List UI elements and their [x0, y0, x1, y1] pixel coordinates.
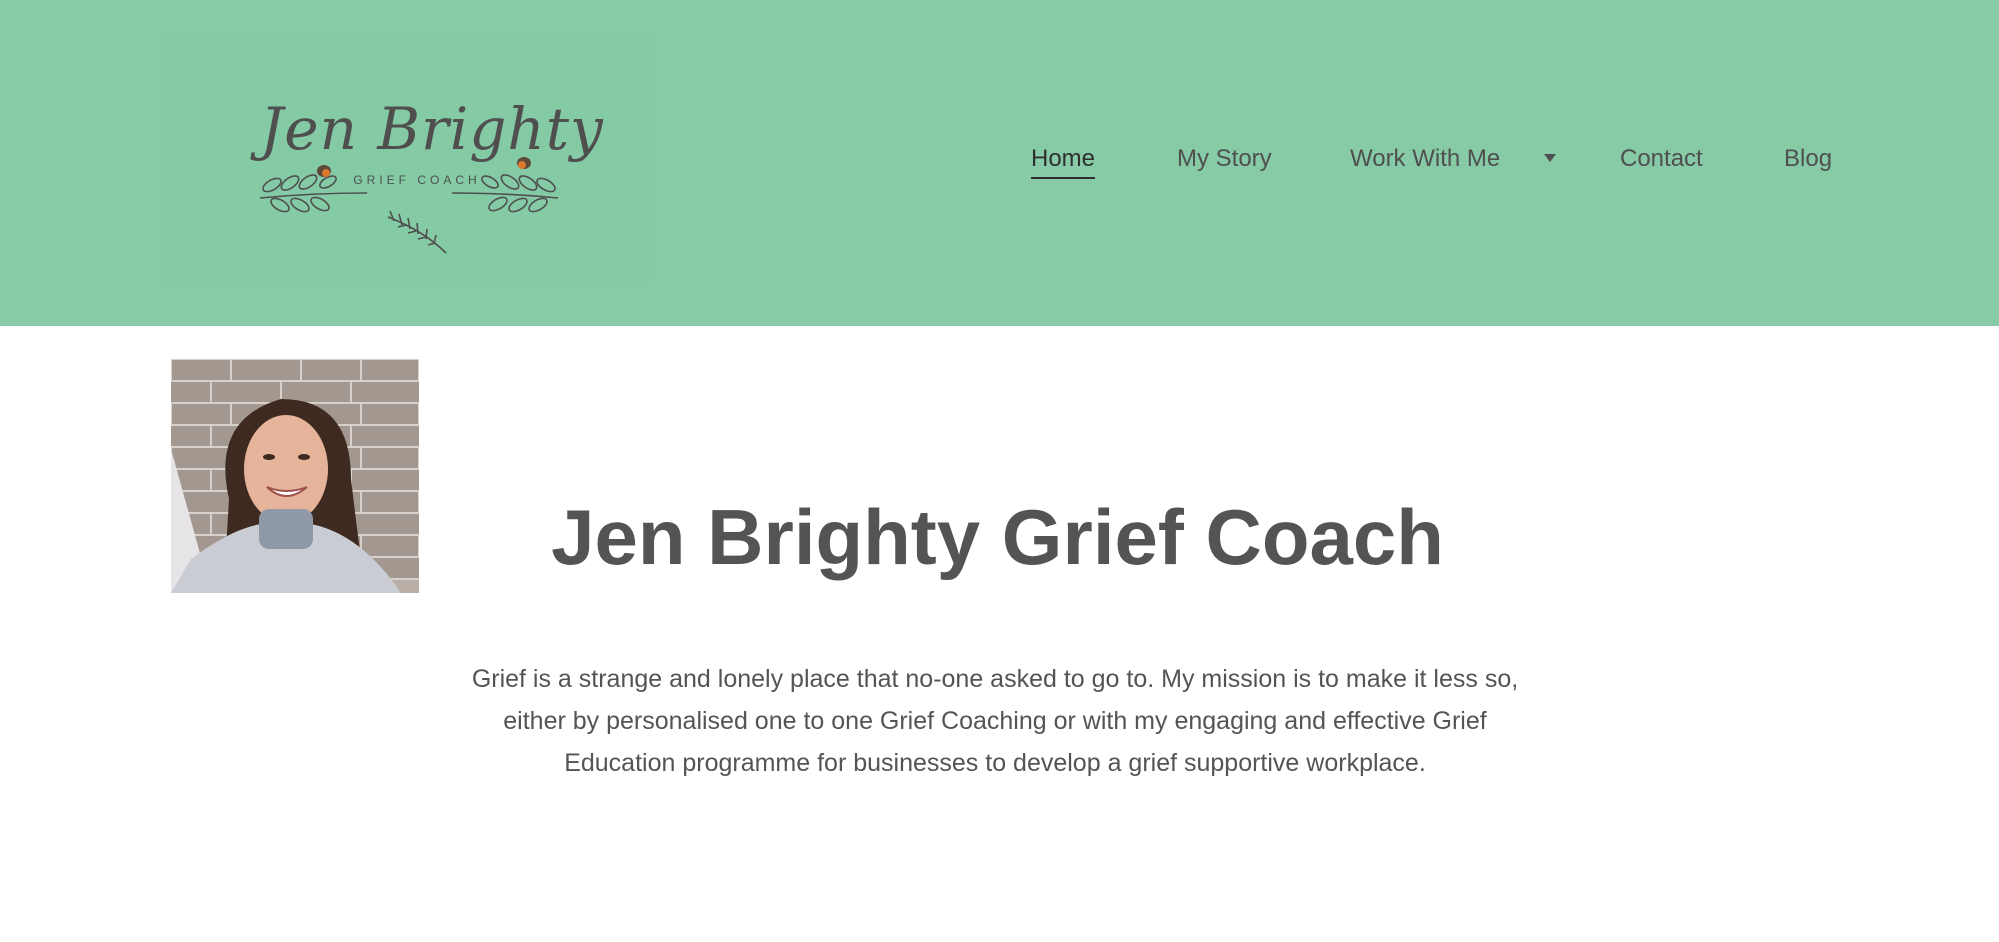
- nav-item-blog[interactable]: Blog: [1784, 145, 1832, 173]
- intro-text: Grief is a strange and lonely place that…: [440, 658, 1550, 784]
- intro-line: either by personalised one to one Grief …: [503, 707, 1487, 735]
- logo-subtitle: GRIEF COACH: [353, 173, 481, 187]
- robin-icon: [317, 165, 331, 177]
- nav-item-work-with-me-label: Work With Me: [1350, 145, 1501, 172]
- nav-item-home[interactable]: Home: [1031, 145, 1096, 179]
- page-title: Jen Brighty Grief Coach: [551, 493, 1444, 582]
- caret-down-icon[interactable]: [1544, 154, 1556, 162]
- site-logo[interactable]: Jen Brighty GRIEF COACH: [162, 35, 649, 282]
- site-header: Jen Brighty GRIEF COACH Home My Story Wo…: [0, 0, 1999, 326]
- intro-line: Education programme for businesses to de…: [564, 749, 1426, 777]
- profile-photo: [171, 359, 419, 593]
- intro-line: Grief is a strange and lonely place that…: [471, 665, 1519, 693]
- logo-script-text: Jen Brighty: [260, 95, 604, 163]
- nav-item-my-story[interactable]: My Story: [1177, 145, 1272, 173]
- nav-item-work-with-me[interactable]: Work With Me: [1350, 145, 1556, 173]
- nav-item-contact[interactable]: Contact: [1620, 145, 1703, 173]
